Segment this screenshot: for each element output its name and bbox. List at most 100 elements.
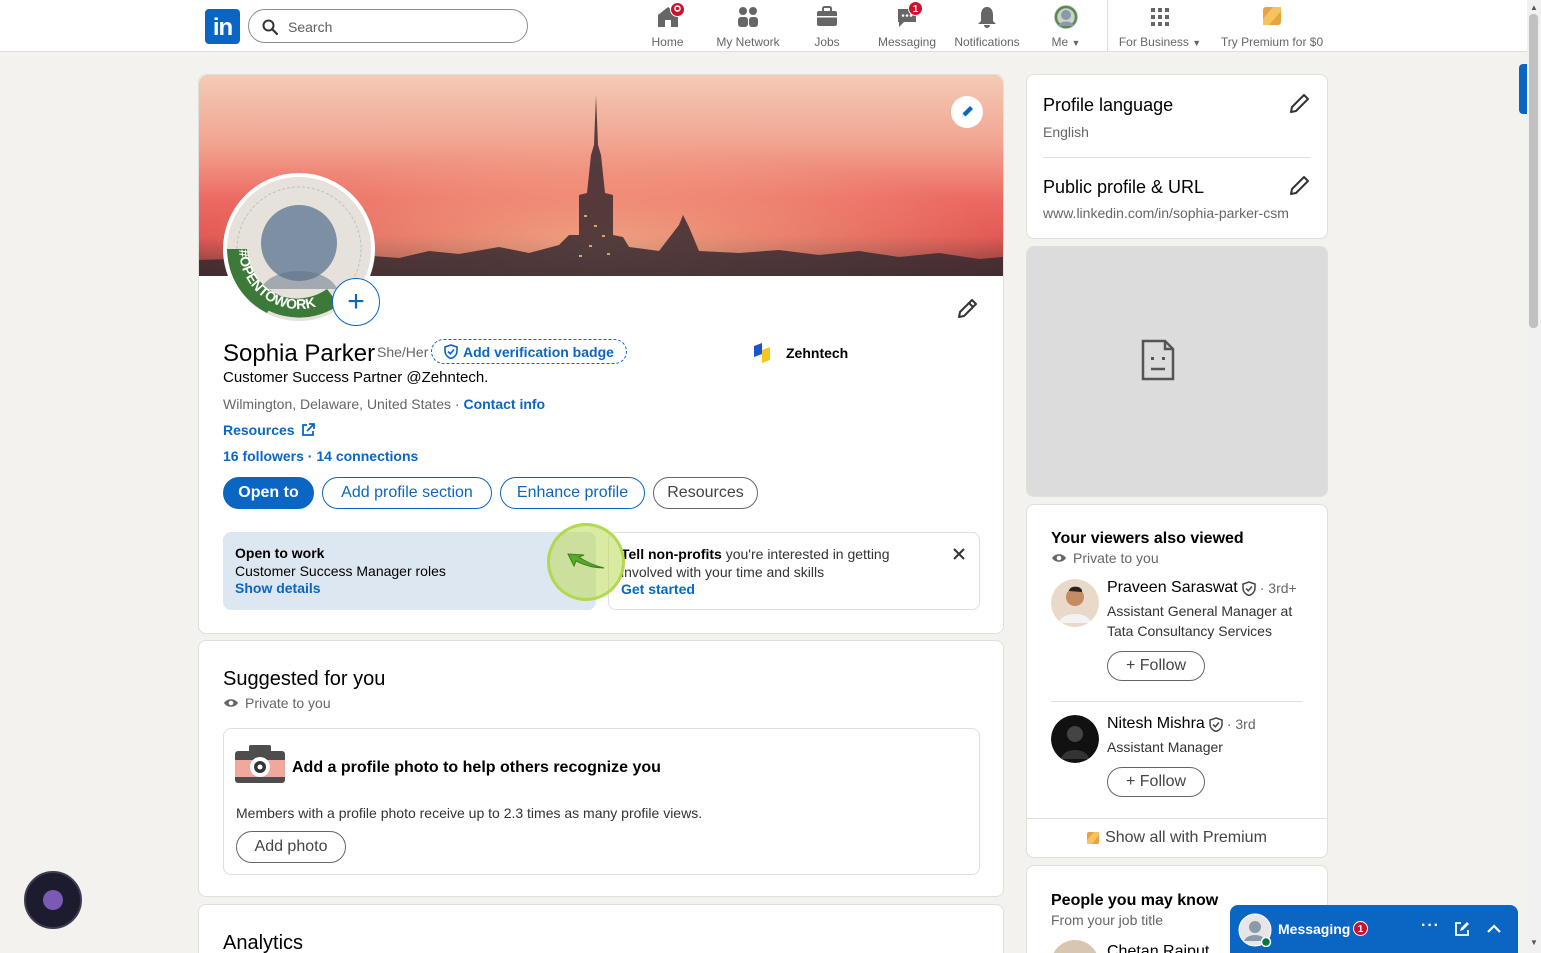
person-title: Assistant Manager	[1107, 739, 1223, 755]
nav-messaging-label: Messaging	[877, 35, 937, 49]
scroll-thumb[interactable]	[1529, 14, 1538, 328]
open-to-button[interactable]: Open to	[223, 477, 314, 509]
verify-label: Add verification badge	[463, 343, 614, 360]
analytics-card: Analytics	[198, 904, 1004, 953]
assistant-icon	[43, 890, 63, 910]
caret-down-icon: ▼	[1071, 38, 1081, 48]
edit-language-pencil-icon[interactable]	[1288, 93, 1310, 115]
profile-language-value: English	[1043, 124, 1089, 140]
nav-jobs-label: Jobs	[814, 35, 840, 49]
pymk-person-name: Chetan Rajput	[1107, 943, 1210, 953]
person-card[interactable]: Praveen Saraswat · 3rd+ Assistant Genera…	[1051, 579, 1303, 689]
verified-shield-icon	[1241, 580, 1256, 596]
pencil-icon	[958, 299, 977, 318]
nav-network-label: My Network	[716, 35, 780, 49]
location-text: Wilmington, Delaware, United States	[223, 396, 451, 412]
edit-url-pencil-icon[interactable]	[1288, 175, 1310, 197]
nav-messaging[interactable]: 1 Messaging	[874, 1, 940, 49]
person-avatar	[1051, 715, 1099, 763]
shield-check-icon	[444, 344, 458, 359]
nonprofit-card: Tell non-profits you're interested in ge…	[608, 532, 980, 610]
pymk-subtitle: From your job title	[1051, 912, 1164, 928]
my-avatar	[1238, 913, 1272, 947]
nav-notifications-label: Notifications	[954, 35, 1020, 49]
compose-icon[interactable]	[1454, 921, 1470, 937]
broken-page-icon	[1141, 339, 1175, 381]
cursor-arrow-icon	[567, 553, 605, 569]
show-all-label: Show all with Premium	[1105, 829, 1267, 846]
messaging-badge: 1	[908, 1, 923, 16]
side-panel-tab[interactable]	[1519, 64, 1527, 114]
nav-home-label: Home	[651, 35, 684, 49]
divider	[1051, 701, 1303, 702]
otw-roles: Customer Success Manager roles	[235, 563, 446, 579]
add-photo-button[interactable]: Add photo	[236, 831, 346, 863]
connections-link[interactable]: 14 connections	[316, 448, 418, 464]
add-profile-section-button[interactable]: Add profile section	[322, 477, 492, 509]
pymk-title: People you may know	[1051, 892, 1219, 909]
divider	[1043, 157, 1311, 158]
verified-shield-icon	[1209, 716, 1223, 732]
location-separator: ·	[451, 396, 464, 412]
profile-card: #OPENTOWORK + Sophia Parker She/Her Add …	[198, 74, 1004, 634]
bell-icon	[975, 5, 999, 29]
edit-cover-button[interactable]	[951, 96, 983, 128]
profile-settings-card: Profile language English Public profile …	[1026, 74, 1328, 239]
resources-button[interactable]: Resources	[653, 477, 758, 509]
profile-stats: 16 followers · 14 connections	[223, 448, 418, 464]
followers-link[interactable]: 16 followers	[223, 448, 304, 464]
follow-label: Follow	[1139, 773, 1187, 790]
nonprofit-bold: Tell non-profits	[621, 546, 722, 562]
resources-link-label: Resources	[223, 422, 295, 438]
linkedin-logo[interactable]: in	[205, 9, 240, 44]
nav-jobs[interactable]: Jobs	[800, 5, 854, 49]
nav-for-business[interactable]: For Business ▼	[1116, 5, 1204, 49]
click-highlight	[547, 523, 625, 601]
nav-me[interactable]: Me ▼	[1046, 5, 1086, 49]
chevron-up-icon[interactable]	[1486, 924, 1502, 934]
open-to-work-card[interactable]: Open to work Customer Success Manager ro…	[223, 532, 596, 610]
more-options-icon[interactable]: ···	[1421, 917, 1440, 935]
search-input[interactable]	[288, 17, 508, 37]
scroll-up-arrow-icon[interactable]: ▲	[1530, 3, 1538, 12]
search-box[interactable]	[248, 9, 528, 43]
suggestion-text: Members with a profile photo receive up …	[236, 805, 703, 821]
person-degree: · 3rd	[1226, 716, 1256, 732]
chat-icon: 1	[895, 1, 923, 29]
edit-intro-button[interactable]	[951, 293, 983, 325]
stats-separator: ·	[303, 448, 317, 464]
follow-button[interactable]: + Follow	[1107, 767, 1205, 797]
show-all-premium-link[interactable]: Show all with Premium	[1027, 829, 1327, 847]
nav-notifications[interactable]: Notifications	[950, 5, 1024, 49]
resources-link[interactable]: Resources	[223, 422, 315, 438]
person-card[interactable]: Nitesh Mishra · 3rd Assistant Manager + …	[1051, 715, 1303, 805]
messaging-overlay-bar[interactable]: Messaging 1 ···	[1230, 905, 1518, 953]
contact-info-link[interactable]: Contact info	[463, 396, 545, 412]
suggestion-title: Add a profile photo to help others recog…	[292, 759, 661, 776]
get-started-link[interactable]: Get started	[621, 581, 967, 598]
nav-premium[interactable]: Try Premium for $0	[1214, 5, 1330, 49]
follow-button[interactable]: + Follow	[1107, 651, 1205, 681]
add-verification-badge-button[interactable]: Add verification badge	[431, 339, 627, 364]
assistant-floating-button[interactable]	[24, 871, 82, 929]
scroll-down-arrow-icon[interactable]: ▼	[1530, 938, 1538, 947]
viewers-also-viewed-card: Your viewers also viewed Private to you …	[1026, 504, 1328, 858]
briefcase-icon	[815, 5, 839, 29]
show-details-link[interactable]: Show details	[235, 580, 584, 597]
nav-my-network[interactable]: My Network	[708, 5, 788, 49]
network-icon	[736, 5, 760, 29]
eye-icon	[224, 699, 238, 707]
current-company[interactable]: Zehntech	[752, 342, 848, 364]
nonprofit-text: Tell non-profits you're interested in ge…	[621, 545, 911, 581]
nav-home[interactable]: Home	[640, 2, 695, 49]
suggested-private: Private to you	[223, 695, 331, 711]
company-name: Zehntech	[786, 345, 849, 361]
profile-name: Sophia Parker	[223, 340, 376, 367]
enhance-profile-button[interactable]: Enhance profile	[500, 477, 645, 509]
add-photo-plus-button[interactable]: +	[332, 278, 380, 326]
home-icon	[656, 2, 685, 29]
person-name: Praveen Saraswat · 3rd+	[1107, 579, 1297, 596]
close-icon[interactable]	[952, 547, 966, 561]
camera-icon	[235, 745, 285, 783]
profile-location: Wilmington, Delaware, United States · Co…	[223, 396, 545, 412]
